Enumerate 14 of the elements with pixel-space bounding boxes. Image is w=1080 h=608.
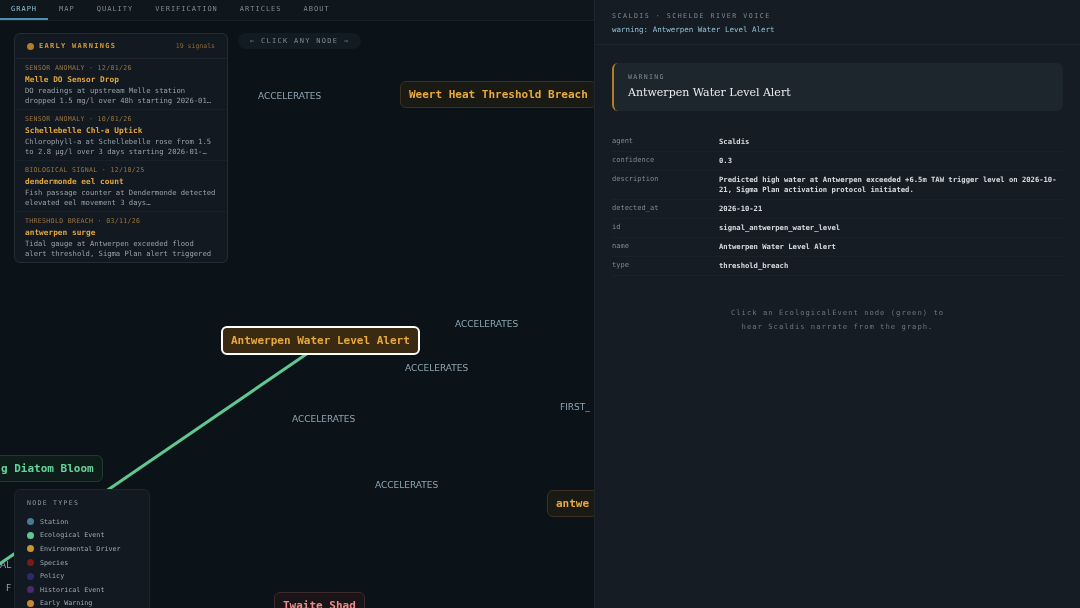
edge-label: ACCELERATES <box>258 91 322 101</box>
graph-node[interactable]: antwe <box>547 490 594 517</box>
graph-node[interactable]: g Diatom Bloom <box>0 455 103 482</box>
status-dot <box>27 42 34 50</box>
edge-label: F <box>6 583 12 593</box>
edge-label: ACCELERATES <box>455 319 519 329</box>
graph-node[interactable]: Antwerpen Water Level Alert <box>221 326 420 355</box>
edge-label: ACCELERATES <box>292 414 356 424</box>
edge-label: FIRST_ <box>560 402 590 412</box>
edge-label: AL <box>0 560 12 570</box>
edge-label: ACCELERATES <box>375 480 439 490</box>
graph-node[interactable]: Weert Heat Threshold Breach <box>400 81 594 108</box>
edge-label: ACCELERATES <box>405 363 469 373</box>
card-title: Antwerpen Water Level Alert <box>628 86 792 99</box>
